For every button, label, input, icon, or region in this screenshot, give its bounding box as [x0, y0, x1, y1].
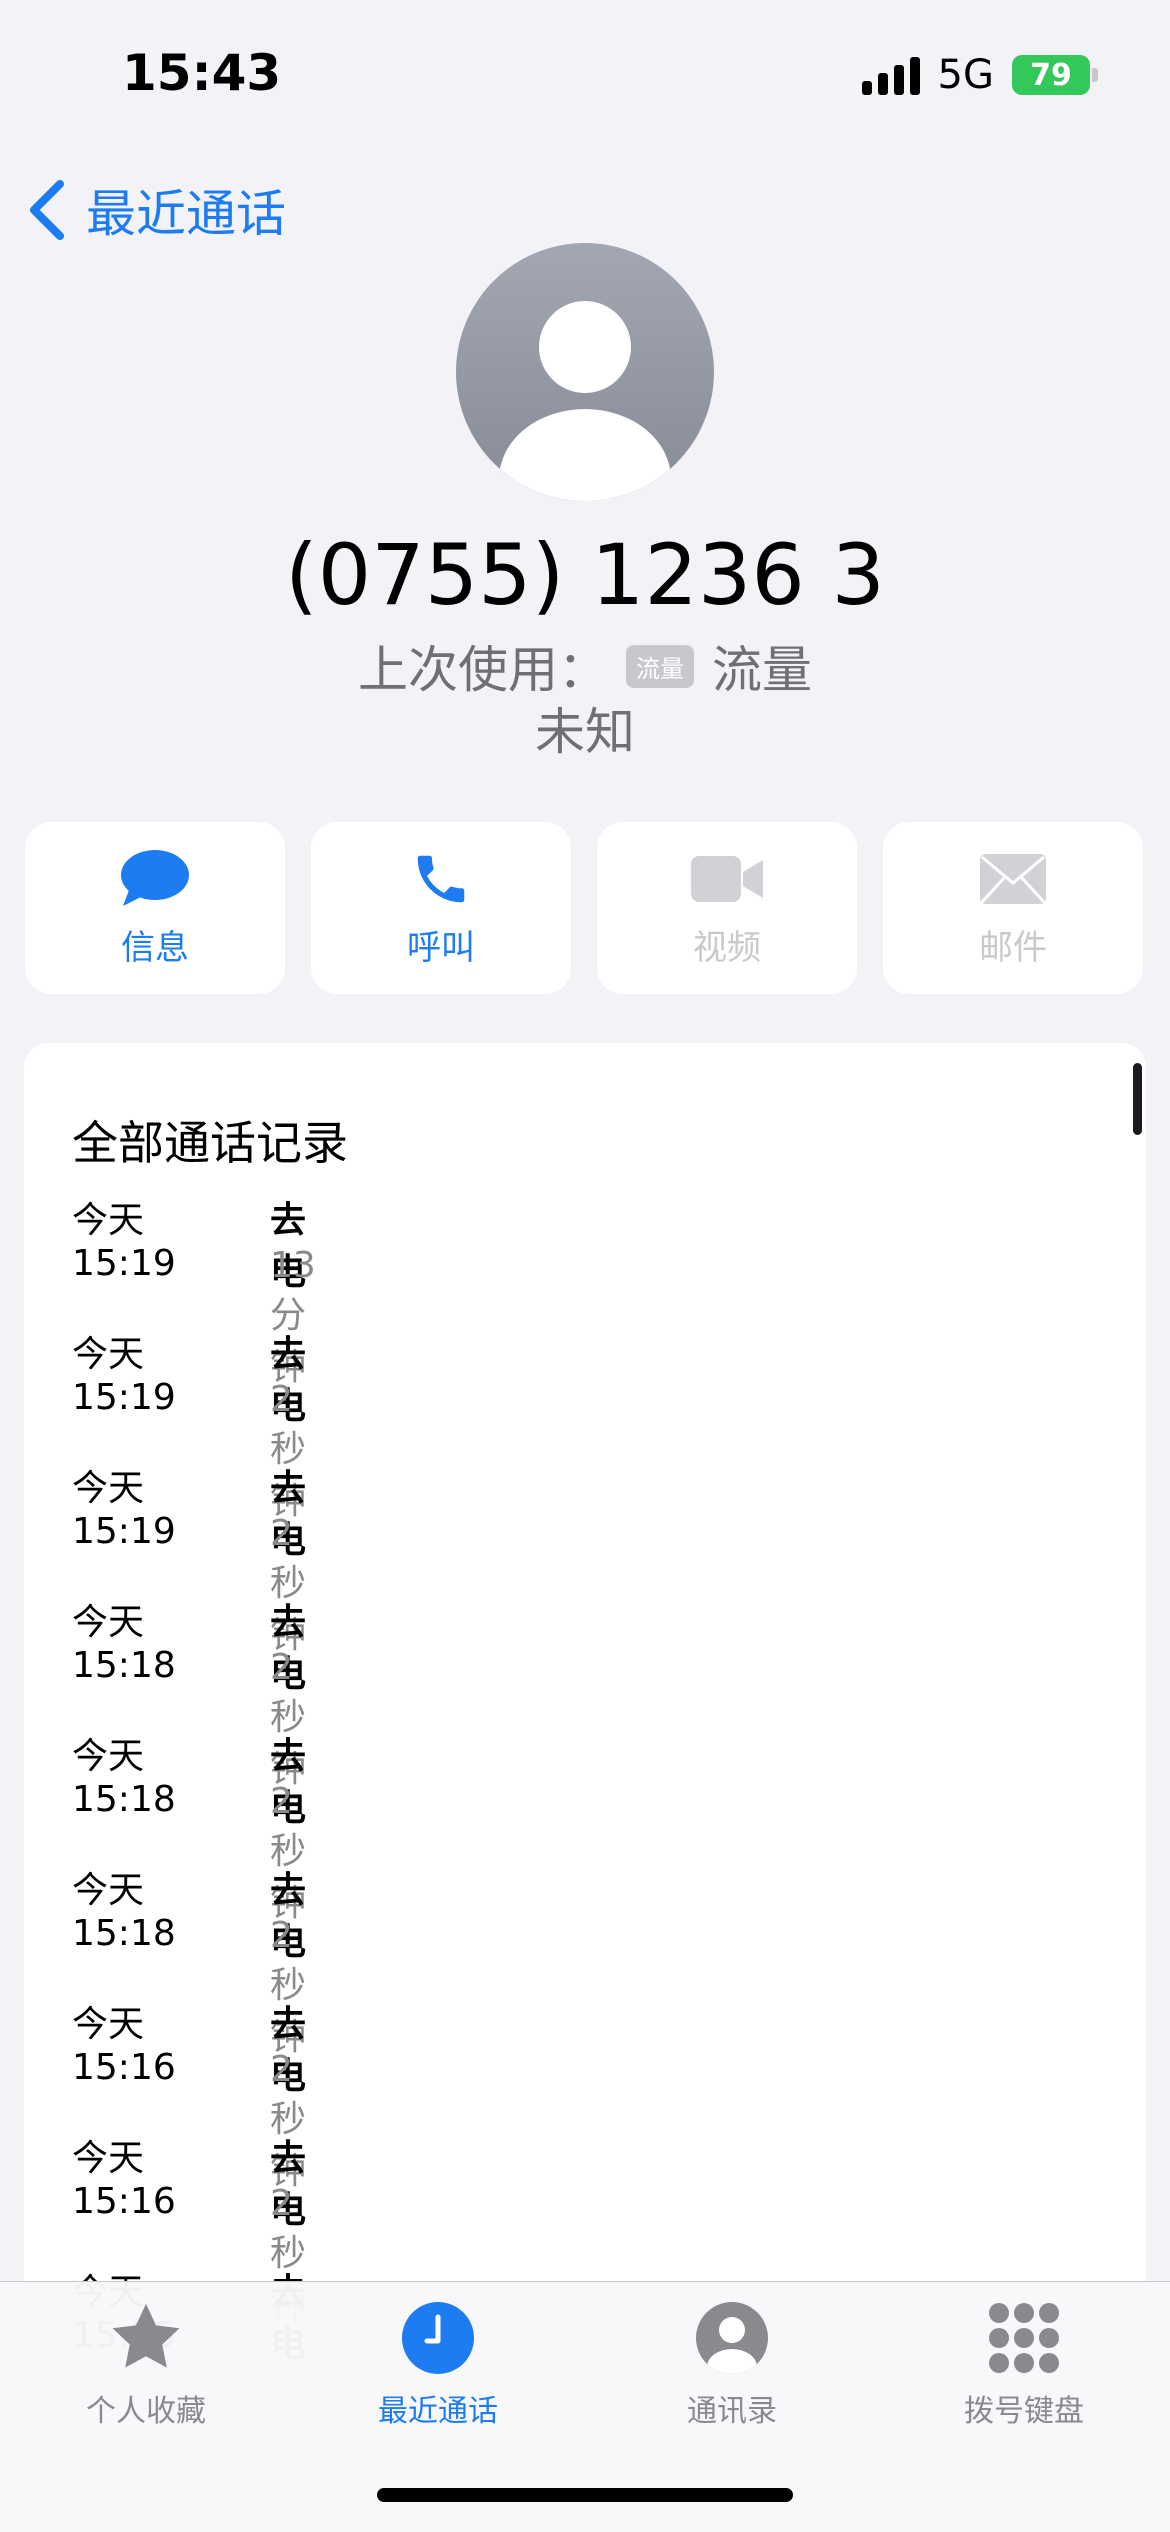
home-indicator[interactable]	[377, 2488, 793, 2502]
scroll-indicator[interactable]	[1133, 1063, 1142, 1135]
call-time: 今天 15:18	[72, 1870, 176, 1954]
tab-recents[interactable]: 最近通话	[328, 2298, 548, 2430]
network-type: 5G	[937, 52, 994, 98]
back-button[interactable]: 最近通话	[26, 174, 286, 246]
call-time: 今天 15:19	[72, 1200, 176, 1284]
tab-contacts[interactable]: 通讯录	[622, 2298, 842, 2430]
battery-icon: 79	[1012, 55, 1098, 95]
mail-button[interactable]: 邮件	[883, 822, 1143, 994]
call-history-title: 全部通话记录	[72, 1116, 348, 1170]
video-button-label: 视频	[693, 927, 761, 968]
tab-keypad[interactable]: 拨号键盘	[914, 2298, 1134, 2430]
battery-level: 79	[1030, 57, 1072, 93]
status-indicators: 5G 79	[861, 52, 1098, 98]
action-buttons: 信息 呼叫 视频 邮件	[25, 822, 1143, 994]
call-time: 今天 15:18	[72, 1602, 176, 1686]
sim-badge: 流量	[626, 644, 694, 688]
envelope-icon	[980, 853, 1046, 904]
phone-icon	[417, 855, 465, 902]
status-time: 15:43	[122, 44, 282, 102]
back-label: 最近通话	[86, 185, 286, 243]
clock-icon	[402, 2302, 474, 2374]
tab-keypad-label: 拨号键盘	[964, 2394, 1084, 2429]
call-button[interactable]: 呼叫	[311, 822, 571, 994]
message-bubble-icon	[121, 849, 189, 906]
call-time: 今天 15:19	[72, 1334, 176, 1418]
tab-recents-label: 最近通话	[378, 2394, 498, 2429]
message-button-label: 信息	[121, 927, 189, 968]
contact-detail-screen: 15:43 5G 79 最近通话 (0755) 1236 3 上次使用： 流量 …	[0, 0, 1170, 2532]
contact-location: 未知	[535, 703, 635, 761]
call-history-card: 全部通话记录 今天 15:19 去电 13 分钟 今天 15:19 去电 2 秒…	[24, 1043, 1146, 2443]
person-circle-icon	[696, 2302, 768, 2374]
tab-favorites-label: 个人收藏	[86, 2394, 206, 2429]
contact-phone-number: (0755) 1236 3	[285, 526, 885, 624]
call-time: 今天 15:19	[72, 1468, 176, 1552]
video-camera-icon	[691, 855, 763, 902]
chevron-left-icon	[30, 180, 64, 240]
person-silhouette-icon	[499, 301, 671, 501]
call-time: 今天 15:16	[72, 2004, 176, 2088]
keypad-icon	[989, 2303, 1059, 2373]
call-time: 今天 15:18	[72, 1736, 176, 1820]
call-button-label: 呼叫	[407, 927, 475, 968]
message-button[interactable]: 信息	[25, 822, 285, 994]
video-button[interactable]: 视频	[597, 822, 857, 994]
star-icon	[112, 2303, 180, 2368]
cellular-signal-icon	[861, 55, 920, 95]
contact-avatar	[456, 243, 714, 501]
tab-contacts-label: 通讯录	[687, 2394, 777, 2429]
mail-button-label: 邮件	[979, 927, 1047, 968]
call-time: 今天 15:16	[72, 2138, 176, 2222]
tab-favorites[interactable]: 个人收藏	[36, 2298, 256, 2430]
